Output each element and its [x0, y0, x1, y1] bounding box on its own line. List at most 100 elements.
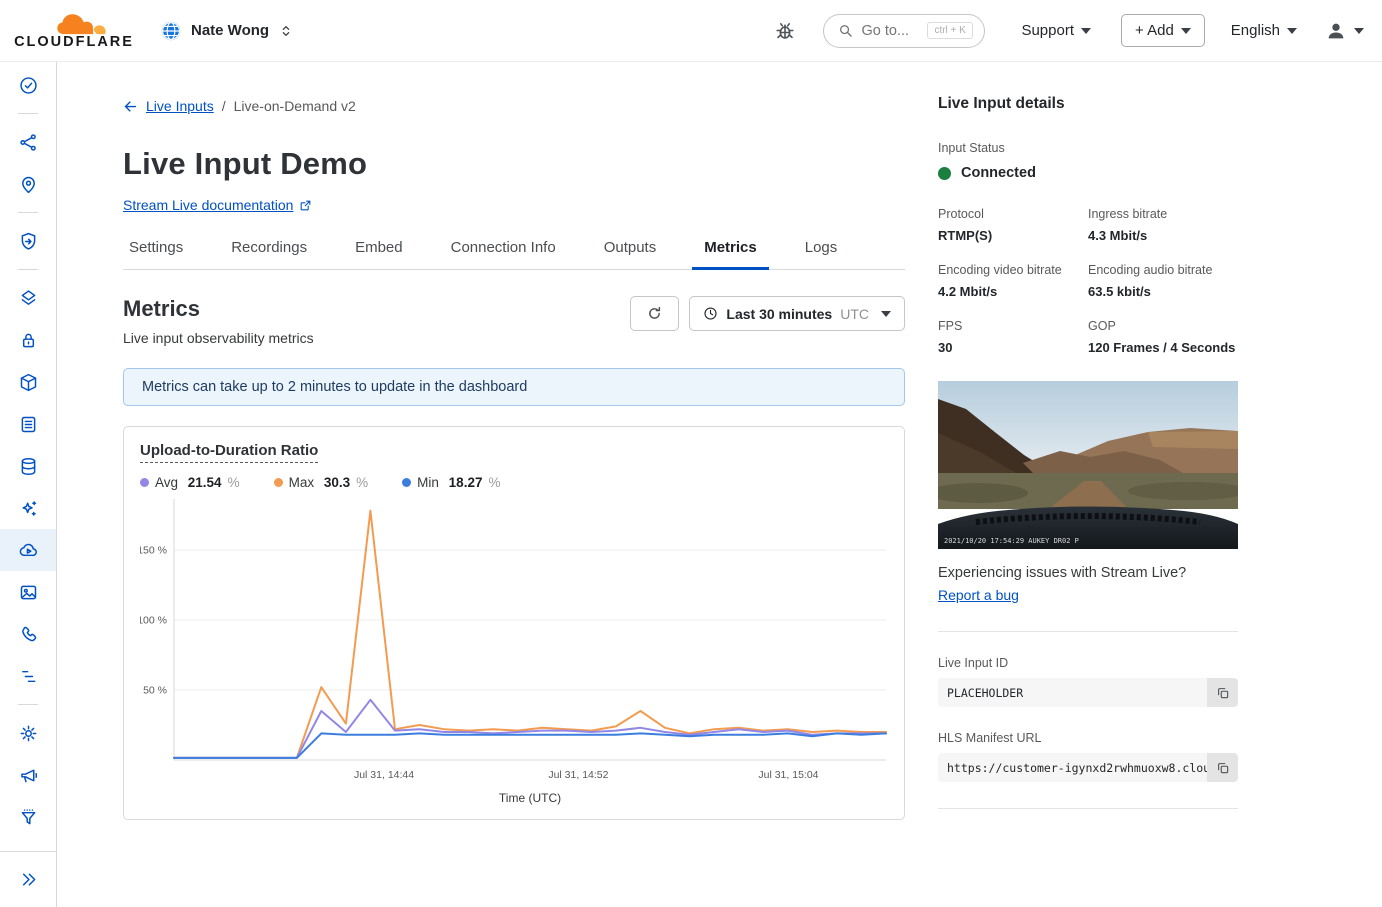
sidebar-item-sparkles[interactable]	[0, 487, 56, 529]
box-icon	[18, 372, 39, 393]
sidebar-item-lock[interactable]	[0, 319, 56, 361]
pipeline-icon	[18, 666, 39, 687]
live-input-details-panel: Live Input details Input Status Connecte…	[938, 62, 1238, 809]
input-status-label: Input Status	[938, 141, 1238, 155]
add-button[interactable]: + Add	[1121, 14, 1205, 47]
tab-embed[interactable]: Embed	[349, 239, 409, 269]
chevrons-right-icon	[18, 869, 39, 890]
language-menu[interactable]: English	[1231, 22, 1297, 39]
metrics-subtitle: Live input observability metrics	[123, 330, 314, 346]
copy-live-input-id-button[interactable]	[1207, 678, 1238, 707]
sidebar-item-image[interactable]	[0, 571, 56, 613]
db-stack-icon	[18, 456, 39, 477]
sidebar-item-phone[interactable]	[0, 613, 56, 655]
details-panel-title: Live Input details	[938, 95, 1238, 113]
support-label: Support	[1021, 22, 1074, 39]
tab-recordings[interactable]: Recordings	[225, 239, 313, 269]
layers-bolt-icon	[18, 288, 39, 309]
legend-dot-icon	[274, 478, 283, 487]
clock-check-icon	[18, 75, 39, 96]
cloudflare-wordmark: CLOUDFLARE	[14, 34, 134, 50]
sidebar-divider	[0, 697, 56, 712]
chart-card: Upload-to-Duration Ratio Avg 21.54%Max 3…	[123, 426, 905, 820]
caret-down-icon	[1081, 28, 1091, 34]
sidebar-item-map-pin[interactable]	[0, 163, 56, 205]
caret-down-icon	[1181, 28, 1191, 34]
sidebar-item-db-stack[interactable]	[0, 445, 56, 487]
time-range-label: Last 30 minutes	[726, 306, 832, 322]
svg-text:Jul 31, 15:04: Jul 31, 15:04	[758, 769, 818, 781]
sidebar-item-clock-check[interactable]	[0, 64, 56, 106]
unfold-icon	[278, 23, 294, 39]
sparkles-icon	[18, 498, 39, 519]
sidebar-divider	[0, 262, 56, 277]
cloudflare-cloud-icon	[54, 12, 116, 36]
video-timestamp-overlay: 2021/10/20 17:54:29 AUKEY DR02 P	[944, 537, 1079, 545]
svg-text:Time (UTC): Time (UTC)	[499, 791, 561, 805]
gear-icon	[18, 723, 39, 744]
panel-divider	[938, 808, 1238, 809]
megaphone-icon	[18, 765, 39, 786]
refresh-button[interactable]	[630, 296, 679, 331]
tab-metrics[interactable]: Metrics	[698, 239, 763, 269]
sidebar-item-db-list[interactable]	[0, 403, 56, 445]
search-icon	[838, 23, 853, 38]
timezone-label: UTC	[840, 306, 869, 322]
external-link-icon	[299, 199, 312, 212]
account-name: Nate Wong	[191, 22, 269, 39]
detail-encoding-audio-bitrate: Encoding audio bitrate63.5 kbit/s	[1088, 263, 1238, 299]
account-switcher[interactable]: Nate Wong	[160, 20, 294, 42]
info-banner: Metrics can take up to 2 minutes to upda…	[123, 368, 905, 406]
info-banner-text: Metrics can take up to 2 minutes to upda…	[142, 379, 527, 395]
live-input-id-value: PLACEHOLDER	[938, 678, 1207, 707]
sidebar-item-funnel[interactable]	[0, 796, 56, 838]
hls-manifest-url-label: HLS Manifest URL	[938, 731, 1238, 745]
sidebar-item-box[interactable]	[0, 361, 56, 403]
metrics-section-header: Metrics Live input observability metrics…	[123, 296, 905, 346]
search-input[interactable]	[861, 23, 919, 39]
sidebar-item-megaphone[interactable]	[0, 754, 56, 796]
copy-hls-url-button[interactable]	[1207, 753, 1238, 782]
caret-down-icon	[1287, 28, 1297, 34]
detail-fps: FPS30	[938, 319, 1088, 355]
copy-icon	[1216, 686, 1230, 700]
sidebar-item-shield-arrow[interactable]	[0, 220, 56, 262]
sidebar-item-share-nodes[interactable]	[0, 121, 56, 163]
funnel-icon	[18, 807, 39, 828]
live-input-id-field: PLACEHOLDER	[938, 678, 1238, 707]
search-shortcut-badge: ctrl + K	[927, 22, 972, 39]
details-grid: ProtocolRTMP(S)Ingress bitrate4.3 Mbit/s…	[938, 207, 1238, 355]
chart-title: Upload-to-Duration Ratio	[140, 442, 318, 463]
lock-icon	[18, 330, 39, 351]
share-nodes-icon	[18, 132, 39, 153]
tab-settings[interactable]: Settings	[123, 239, 189, 269]
refresh-icon	[646, 305, 663, 322]
bug-report-icon[interactable]	[773, 19, 797, 43]
tab-connection-info[interactable]: Connection Info	[445, 239, 562, 269]
breadcrumb-back-link[interactable]: Live Inputs	[146, 98, 214, 114]
chart-legend: Avg 21.54%Max 30.3%Min 18.27%	[140, 475, 888, 490]
tab-logs[interactable]: Logs	[799, 239, 844, 269]
report-bug-link[interactable]: Report a bug	[938, 587, 1019, 603]
detail-gop: GOP120 Frames / 4 Seconds	[1088, 319, 1238, 355]
globe-icon	[160, 20, 182, 42]
user-menu[interactable]	[1325, 20, 1364, 42]
phone-icon	[18, 624, 39, 645]
sidebar-divider	[0, 205, 56, 220]
stream-docs-link[interactable]: Stream Live documentation	[123, 197, 293, 213]
sidebar-item-gear[interactable]	[0, 712, 56, 754]
expand-sidebar-button[interactable]	[0, 851, 56, 907]
cloudflare-logo[interactable]: CLOUDFLARE	[18, 12, 130, 50]
support-menu[interactable]: Support	[1021, 22, 1091, 39]
tab-outputs[interactable]: Outputs	[598, 239, 663, 269]
global-search[interactable]: ctrl + K	[823, 14, 985, 48]
sidebar-item-pipeline[interactable]	[0, 655, 56, 697]
time-range-dropdown[interactable]: Last 30 minutes UTC	[689, 296, 905, 331]
top-bar: CLOUDFLARE Nate Wong ctrl + K Suppo	[0, 0, 1382, 62]
input-status-row: Connected	[938, 165, 1238, 181]
shield-arrow-icon	[18, 231, 39, 252]
sidebar-item-cloud-play[interactable]	[0, 529, 56, 571]
detail-encoding-video-bitrate: Encoding video bitrate4.2 Mbit/s	[938, 263, 1088, 299]
panel-divider	[938, 631, 1238, 632]
sidebar-item-layers-bolt[interactable]	[0, 277, 56, 319]
